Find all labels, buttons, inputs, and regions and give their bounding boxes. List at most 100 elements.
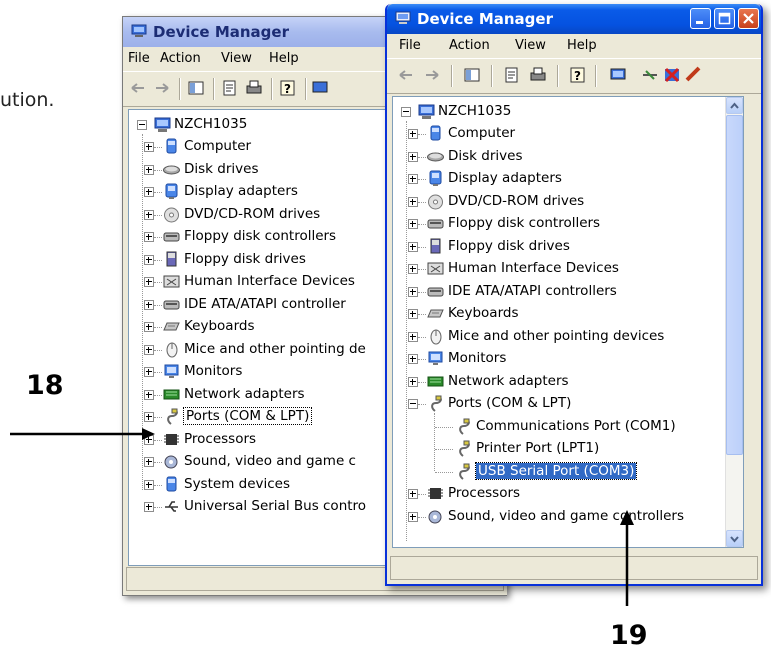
expand-icon[interactable] — [408, 196, 418, 207]
tree-line — [418, 359, 426, 360]
expand-icon[interactable] — [144, 187, 154, 197]
expand-icon[interactable] — [408, 174, 418, 184]
expand-icon[interactable] — [144, 389, 154, 400]
back-arrow-icon[interactable] — [397, 66, 415, 84]
scan-hardware-icon[interactable] — [609, 66, 627, 84]
tree-item[interactable]: Ports (COM & LPT) — [403, 394, 733, 414]
uninstall-icon[interactable] — [663, 66, 681, 84]
show-hide-tree-icon[interactable] — [463, 66, 481, 84]
tree-root[interactable]: NZCH1035 — [132, 115, 332, 135]
expand-icon[interactable] — [144, 479, 154, 490]
tree-root-label: NZCH1035 — [174, 116, 248, 132]
tree-item[interactable]: Mice and other pointing devices — [403, 327, 733, 347]
floppy-drive-icon — [430, 238, 441, 253]
maximize-button[interactable] — [714, 8, 735, 29]
tree-item[interactable]: Disk drives — [403, 147, 733, 167]
scan-hardware-icon[interactable] — [311, 79, 329, 97]
tree-item[interactable]: Network adapters — [403, 372, 733, 392]
tree-item-label: IDE ATA/ATAPI controllers — [448, 282, 617, 299]
minimize-button[interactable] — [690, 8, 711, 29]
expand-icon[interactable] — [408, 286, 418, 297]
show-hide-tree-icon[interactable] — [187, 79, 205, 97]
print-icon[interactable] — [529, 66, 547, 84]
chevron-up-icon — [730, 102, 739, 109]
expand-icon[interactable] — [144, 367, 154, 377]
help-icon[interactable]: ? — [569, 66, 587, 84]
callout-label-18: 18 — [26, 370, 64, 401]
menu-view[interactable]: View — [515, 38, 546, 53]
expand-icon[interactable] — [144, 457, 154, 467]
expand-icon[interactable] — [144, 322, 154, 332]
vertical-scrollbar[interactable] — [725, 97, 743, 547]
tree-item-label: Ports (COM & LPT) — [182, 407, 313, 425]
expand-icon[interactable] — [144, 412, 154, 422]
menu-action[interactable]: Action — [160, 51, 201, 66]
tree-item[interactable]: Processors — [403, 484, 733, 504]
menu-help[interactable]: Help — [567, 38, 597, 53]
expand-icon[interactable] — [144, 344, 154, 355]
tree-item[interactable]: Monitors — [403, 349, 733, 369]
expand-icon[interactable] — [144, 232, 154, 242]
properties-icon[interactable] — [503, 66, 521, 84]
expand-icon[interactable] — [408, 354, 418, 364]
tree-item[interactable]: Keyboards — [403, 304, 733, 324]
properties-icon[interactable] — [221, 79, 239, 97]
expand-icon[interactable] — [408, 511, 418, 522]
expand-icon[interactable] — [408, 489, 418, 499]
device-tree[interactable]: NZCH1035 Computer Disk drives Display adap… — [392, 96, 744, 548]
device-manager-window-front[interactable]: Device Manager File Action View Help ? N… — [385, 4, 763, 586]
tree-item[interactable]: Floppy disk drives — [403, 237, 733, 257]
help-icon[interactable]: ? — [279, 79, 297, 97]
forward-arrow-icon[interactable] — [153, 79, 171, 97]
menu-view[interactable]: View — [221, 51, 252, 66]
forward-arrow-icon[interactable] — [423, 66, 441, 84]
expand-icon[interactable] — [408, 151, 418, 162]
menu-file[interactable]: File — [399, 38, 421, 53]
tree-item-port[interactable]: Printer Port (LPT1) — [435, 439, 743, 459]
expand-icon[interactable] — [144, 299, 154, 310]
close-button[interactable] — [738, 8, 759, 29]
menu-help[interactable]: Help — [269, 51, 299, 66]
tree-item-port[interactable]: USB Serial Port (COM3) — [435, 461, 743, 482]
expand-icon[interactable] — [144, 142, 154, 152]
expand-icon[interactable] — [408, 264, 418, 274]
expand-icon[interactable] — [408, 129, 418, 139]
scroll-up-button[interactable] — [726, 97, 743, 114]
print-icon[interactable] — [245, 79, 263, 97]
update-driver-icon[interactable] — [685, 66, 703, 84]
tree-item-label: Mice and other pointing devices — [448, 327, 665, 344]
back-arrow-icon[interactable] — [129, 79, 147, 97]
tree-item[interactable]: Display adapters — [403, 169, 733, 189]
callout-arrow-icon — [10, 428, 155, 440]
tree-item[interactable]: Computer — [403, 124, 733, 144]
expand-icon[interactable] — [144, 209, 154, 220]
expand-icon[interactable] — [144, 254, 154, 265]
expand-icon[interactable] — [408, 309, 418, 319]
tree-line — [154, 462, 162, 463]
expand-icon[interactable] — [408, 376, 418, 387]
expand-icon[interactable] — [144, 164, 154, 175]
expand-icon[interactable] — [408, 241, 418, 252]
tree-item[interactable]: Human Interface Devices — [403, 259, 733, 279]
expand-icon[interactable] — [144, 277, 154, 287]
tree-item[interactable]: Floppy disk controllers — [403, 214, 733, 234]
tree-root[interactable]: NZCH1035 — [396, 102, 596, 122]
collapse-icon[interactable] — [408, 399, 418, 409]
collapse-icon[interactable] — [137, 120, 147, 130]
tree-item[interactable]: Sound, video and game controllers — [403, 507, 733, 527]
collapse-icon[interactable] — [401, 107, 411, 117]
expand-icon[interactable] — [408, 219, 418, 229]
expand-icon[interactable] — [144, 502, 154, 512]
tree-item[interactable]: DVD/CD-ROM drives — [403, 192, 733, 212]
menu-file[interactable]: File — [128, 51, 150, 66]
port-icon — [459, 463, 470, 480]
menu-action[interactable]: Action — [449, 38, 490, 53]
scroll-thumb[interactable] — [726, 115, 743, 455]
computer-icon — [166, 138, 177, 154]
title-bar[interactable]: Device Manager — [387, 4, 761, 34]
tree-item[interactable]: IDE ATA/ATAPI controllers — [403, 282, 733, 302]
scroll-down-button[interactable] — [726, 530, 743, 547]
expand-icon[interactable] — [408, 331, 418, 342]
tree-item-port[interactable]: Communications Port (COM1) — [435, 417, 743, 437]
disable-device-icon[interactable] — [641, 66, 659, 84]
